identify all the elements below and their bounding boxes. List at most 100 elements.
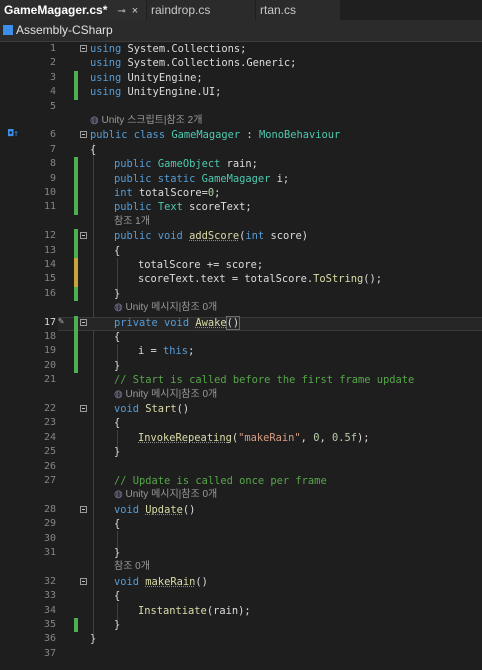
line-text: public Text scoreText; bbox=[114, 200, 252, 214]
keyword: int bbox=[114, 187, 133, 199]
project-dropdown[interactable]: Assembly-CSharp bbox=[0, 23, 113, 37]
line-text: InvokeRepeating("makeRain", 0, 0.5f); bbox=[138, 431, 370, 445]
code-line: 5 bbox=[0, 100, 482, 114]
tab-raindrop[interactable]: raindrop.cs bbox=[147, 0, 255, 20]
line-number: 6 bbox=[49, 129, 56, 141]
quick-actions-icon[interactable]: ✎ bbox=[58, 316, 64, 327]
pin-icon[interactable]: ⊸ bbox=[117, 6, 125, 17]
codelens-references[interactable]: 참조 0개 bbox=[114, 560, 150, 574]
line-text: } bbox=[114, 546, 120, 560]
code-line: 8 public GameObject rain; bbox=[0, 157, 482, 172]
line-text: Instantiate(rain); bbox=[138, 604, 251, 618]
tab-rtan[interactable]: rtan.cs bbox=[256, 0, 340, 20]
line-text: { bbox=[114, 330, 120, 344]
punctuation: , bbox=[300, 431, 314, 444]
line-text: using System.Collections.Generic; bbox=[90, 56, 296, 70]
line-number: 29 bbox=[43, 518, 56, 530]
line-number: 11 bbox=[43, 201, 56, 213]
codelens-row: ◍ Unity 스크립트|참조 2개 bbox=[0, 114, 482, 128]
code-line: 16 } bbox=[0, 286, 482, 302]
line-number: 4 bbox=[49, 86, 56, 98]
code-line: 14 totalScore += score; bbox=[0, 258, 482, 273]
collapse-icon[interactable] bbox=[80, 45, 87, 52]
code-editor[interactable]: 1 using System.Collections; 2 using Syst… bbox=[0, 42, 482, 670]
codelens-unity-message[interactable]: ◍ Unity 메시지|참조 0개 bbox=[114, 488, 217, 502]
codelens-references[interactable]: 참조 1개 bbox=[114, 215, 150, 229]
line-text: { bbox=[114, 517, 120, 531]
line-text: void Start() bbox=[114, 402, 189, 416]
implements-icon[interactable]: ◘↑ bbox=[8, 129, 19, 139]
collapse-icon[interactable] bbox=[80, 232, 87, 240]
base-class: MonoBehaviour bbox=[258, 129, 341, 142]
document-tab-bar: GameMagager.cs* ⊸ × raindrop.cs rtan.cs bbox=[0, 0, 482, 20]
code-line: 19 i = this; bbox=[0, 344, 482, 359]
line-text: totalScore += score; bbox=[138, 258, 263, 272]
change-marker-unsaved bbox=[74, 258, 78, 273]
code-line: 4 using UnityEngine.UI; bbox=[0, 85, 482, 100]
brace: { bbox=[114, 518, 121, 531]
keyword: void bbox=[114, 503, 140, 516]
punctuation: () bbox=[225, 315, 241, 330]
code-line: 7 { bbox=[0, 143, 482, 157]
punctuation: () bbox=[176, 403, 190, 415]
collapse-icon[interactable] bbox=[80, 318, 87, 326]
line-number: 33 bbox=[43, 590, 56, 602]
change-marker bbox=[74, 229, 78, 244]
collapse-icon[interactable] bbox=[80, 405, 87, 412]
code-line: 9 public static GameMagager i; bbox=[0, 171, 482, 186]
collapse-icon[interactable] bbox=[80, 505, 87, 513]
line-number: 21 bbox=[43, 374, 56, 386]
line-number: 26 bbox=[43, 460, 56, 472]
change-marker bbox=[74, 157, 78, 172]
code-line: 30 bbox=[0, 532, 482, 546]
codelens-row: ◍ Unity 메시지|참조 0개 bbox=[0, 301, 482, 315]
codelens-unity-message[interactable]: ◍ Unity 메시지|참조 0개 bbox=[114, 388, 217, 402]
line-number: 15 bbox=[43, 273, 56, 285]
codelens-text: Unity 메시지|참조 0개 bbox=[125, 388, 218, 400]
method-name: Update bbox=[145, 503, 183, 516]
tab-label: raindrop.cs bbox=[151, 3, 211, 17]
unity-icon: ◍ bbox=[90, 115, 102, 126]
identifier: score) bbox=[264, 230, 308, 243]
change-marker bbox=[74, 243, 78, 258]
line-number: 31 bbox=[43, 547, 56, 558]
codelens-unity-script[interactable]: ◍ Unity 스크립트|참조 2개 bbox=[90, 114, 202, 128]
codelens-unity-message[interactable]: ◍ Unity 메시지|참조 0개 bbox=[114, 301, 217, 315]
type-name: GameMagager bbox=[201, 172, 271, 185]
collapse-icon[interactable] bbox=[80, 577, 87, 585]
string: "makeRain" bbox=[238, 431, 301, 444]
line-number: 36 bbox=[43, 633, 56, 645]
type-name: GameObject bbox=[157, 158, 221, 171]
identifier: scoreText; bbox=[182, 201, 252, 214]
csharp-project-icon bbox=[3, 25, 13, 35]
line-text: using UnityEngine.UI; bbox=[90, 85, 221, 99]
code-line: 26 bbox=[0, 460, 482, 474]
code-line: 22 void Start() bbox=[0, 402, 482, 416]
line-number: 23 bbox=[43, 417, 56, 429]
code-line: 1 using System.Collections; bbox=[0, 42, 482, 56]
punctuation: , bbox=[319, 431, 332, 444]
code-line: 2 using System.Collections.Generic; bbox=[0, 56, 482, 70]
code-line: 15 scoreText.text = totalScore.ToString(… bbox=[0, 272, 482, 287]
code-line: 37 bbox=[0, 647, 482, 661]
identifier: rain; bbox=[220, 158, 258, 171]
collapse-icon[interactable] bbox=[80, 131, 87, 139]
keyword: void bbox=[114, 575, 140, 588]
line-text: { bbox=[114, 416, 120, 430]
line-number: 5 bbox=[49, 100, 56, 112]
line-text: public GameObject rain; bbox=[114, 157, 258, 171]
codelens-text: Unity 메시지|참조 0개 bbox=[125, 489, 218, 501]
brace: } bbox=[114, 619, 121, 631]
line-number: 37 bbox=[43, 647, 56, 659]
unity-icon: ◍ bbox=[114, 388, 126, 400]
line-number: 16 bbox=[43, 287, 56, 299]
brace: { bbox=[114, 244, 121, 257]
method-name: Start bbox=[145, 403, 177, 415]
code-line: 3 using UnityEngine; bbox=[0, 70, 482, 86]
codelens-row: 참조 0개 bbox=[0, 560, 482, 574]
close-icon[interactable]: × bbox=[132, 5, 138, 17]
tab-gamemagager[interactable]: GameMagager.cs* ⊸ × bbox=[0, 0, 146, 20]
change-marker bbox=[74, 85, 78, 100]
keyword: int bbox=[245, 230, 265, 243]
change-marker bbox=[74, 315, 78, 330]
